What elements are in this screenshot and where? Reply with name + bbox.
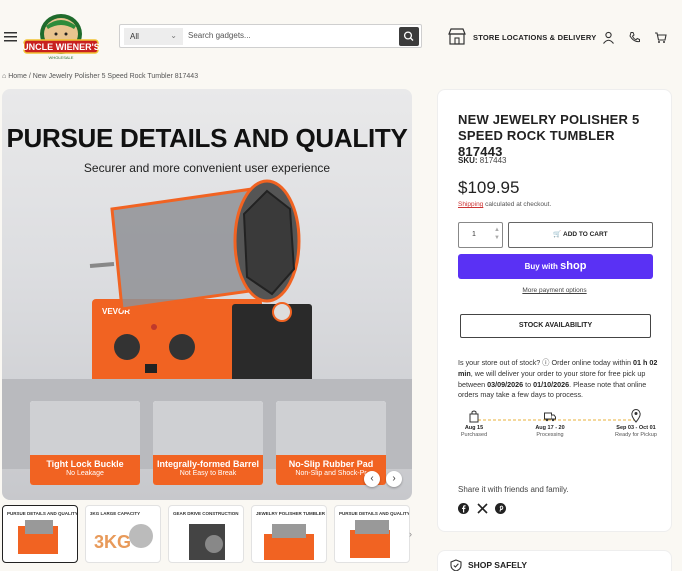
shop-safely-label: SHOP SAFELY <box>468 560 528 570</box>
search-bar: All ⌄ Search gadgets... <box>119 24 422 48</box>
timeline-step: Sep 03 - Oct 01 Ready for Pickup <box>606 408 666 438</box>
location-pin-icon <box>631 409 641 423</box>
breadcrumb-current: New Jewelry Polisher 5 Speed Rock Tumble… <box>32 73 199 80</box>
svg-text:3KG: 3KG <box>94 532 131 552</box>
account-icon[interactable] <box>602 31 615 44</box>
search-input[interactable]: Search gadgets... <box>188 31 251 40</box>
share-label: Share it with friends and family. <box>458 485 569 494</box>
next-image-button[interactable]: › <box>386 471 402 487</box>
buy-with-shop-button[interactable]: Buy with shop <box>458 254 653 279</box>
site-header: UNCLE WIENER'S WHOLESALE All ⌄ Search gad… <box>0 0 682 72</box>
breadcrumb: ⌂ Home / New Jewelry Polisher 5 Speed Ro… <box>2 73 199 80</box>
info-icon: ⓘ <box>542 358 550 367</box>
category-select[interactable]: All ⌄ <box>124 28 183 45</box>
hero-title: PURSUE DETAILS AND QUALITY <box>6 123 408 153</box>
stock-availability-button[interactable]: STOCK AVAILABILITY <box>460 314 651 338</box>
search-button[interactable] <box>399 27 419 46</box>
svg-text:UNCLE WIENER'S: UNCLE WIENER'S <box>22 42 100 52</box>
shop-safely-panel: SHOP SAFELY <box>437 550 672 571</box>
thumbnail-strip: PURSUE DETAILS AND QUALITY 3KG LARGE CAP… <box>2 505 422 565</box>
home-icon: ⌂ <box>2 73 7 80</box>
search-icon <box>403 31 414 41</box>
stepper-arrows-icon[interactable]: ▲ ▼ <box>494 226 500 242</box>
shipping-link[interactable]: Shipping <box>458 201 483 208</box>
feature-card: Integrally-formed Barrel Not Easy to Bre… <box>153 401 263 485</box>
quantity-stepper[interactable]: 1 ▲ ▼ <box>458 222 503 248</box>
thumbnail[interactable]: PURSUE DETAILS AND QUALITY <box>334 505 410 563</box>
shopping-bag-icon <box>469 410 479 423</box>
truck-icon <box>544 412 556 422</box>
cart-icon: 🛒 <box>553 231 562 238</box>
add-to-cart-button[interactable]: 🛒 ADD TO CART <box>508 222 653 248</box>
thumbnail[interactable]: JEWELRY POLISHER TUMBLER <box>251 505 327 563</box>
timeline-step: Aug 17 - 20 Processing <box>520 408 580 438</box>
thumbnail[interactable]: PURSUE DETAILS AND QUALITY <box>2 505 78 563</box>
facebook-icon[interactable] <box>458 503 469 514</box>
thumbnail[interactable]: GEAR DRIVE CONSTRUCTION <box>168 505 244 563</box>
storefront-icon <box>448 28 466 45</box>
phone-icon[interactable] <box>628 31 641 44</box>
delivery-timeline: Aug 15ProcessingPurchased Aug 17 - 20Pro… <box>456 408 657 448</box>
shield-check-icon <box>450 559 462 571</box>
product-title: NEW JEWELRY POLISHER 5 SPEED ROCK TUMBLE… <box>458 112 640 159</box>
chevron-down-icon: ⌄ <box>170 31 177 40</box>
feature-card: Tight Lock Buckle No Leakage <box>30 401 140 485</box>
more-payment-options-link[interactable]: More payment options <box>438 287 671 294</box>
uncle-wieners-logo[interactable]: UNCLE WIENER'S WHOLESALE <box>22 12 100 62</box>
product-main-image[interactable]: PURSUE DETAILS AND QUALITY Securer and m… <box>2 89 412 500</box>
cart-icon[interactable] <box>654 31 667 44</box>
svg-text:WHOLESALE: WHOLESALE <box>49 55 74 60</box>
x-twitter-icon[interactable] <box>477 503 488 514</box>
product-sku: SKU: 817443 <box>458 156 507 165</box>
pickup-notice: Is your store out of stock? ⓘ Order onli… <box>458 358 658 400</box>
timeline-step: Aug 15ProcessingPurchased <box>444 408 504 438</box>
menu-icon[interactable] <box>4 32 17 42</box>
breadcrumb-home[interactable]: Home <box>8 73 27 80</box>
thumbnail-next-icon[interactable]: › <box>409 529 412 539</box>
thumbnail[interactable]: 3KG LARGE CAPACITY 3KG <box>85 505 161 563</box>
product-price: $109.95 <box>458 178 520 197</box>
pinterest-icon[interactable] <box>495 503 506 514</box>
shipping-note: Shipping calculated at checkout. <box>458 201 552 208</box>
product-info-panel: NEW JEWELRY POLISHER 5 SPEED ROCK TUMBLE… <box>437 89 672 532</box>
prev-image-button[interactable]: ‹ <box>364 471 380 487</box>
